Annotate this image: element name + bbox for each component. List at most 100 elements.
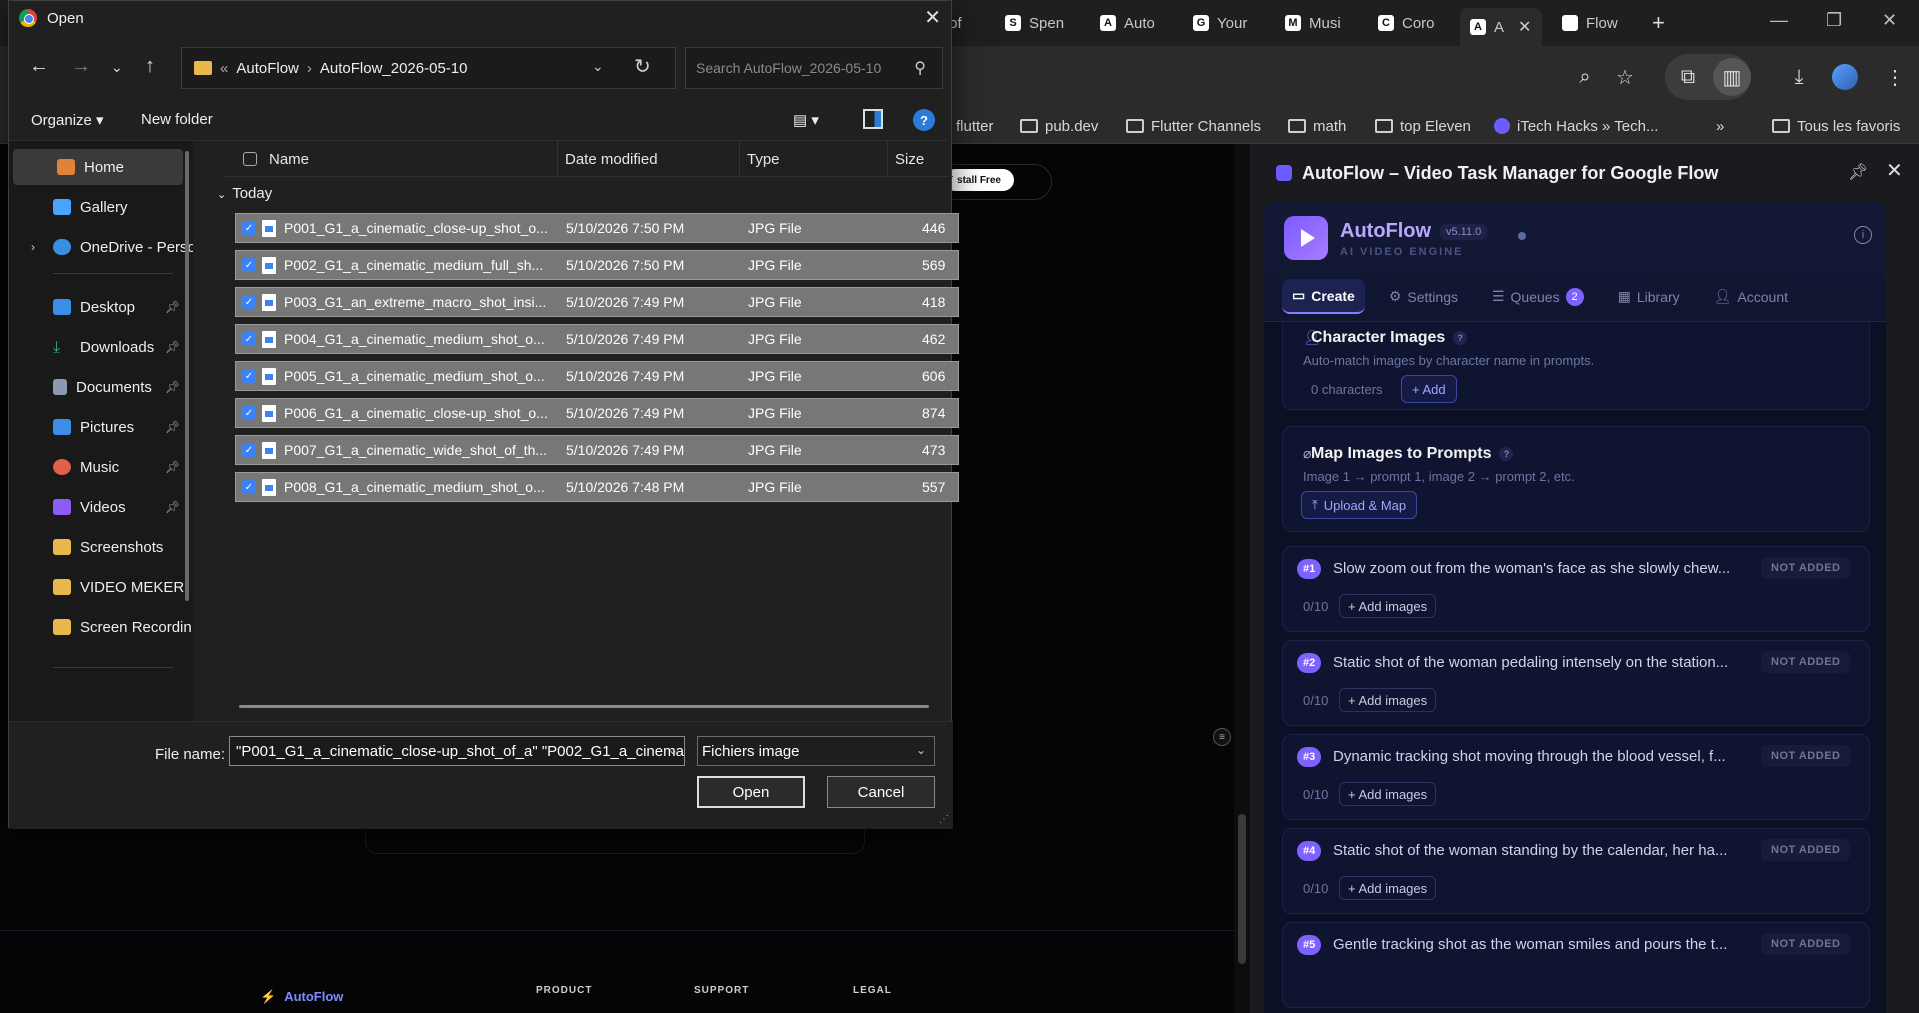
browser-tab[interactable]: Flow <box>1552 8 1642 38</box>
nav-item-pictures[interactable]: Pictures 📌︎ <box>9 409 184 445</box>
breadcrumb-overflow[interactable]: « <box>220 60 228 77</box>
prompt-card[interactable]: #3 Dynamic tracking shot moving through … <box>1282 734 1870 820</box>
pin-icon[interactable]: 📌︎ <box>1848 162 1868 182</box>
prompt-card[interactable]: #4 Static shot of the woman standing by … <box>1282 828 1870 914</box>
browser-tab[interactable]: M Musi <box>1275 8 1357 38</box>
file-row[interactable]: ✓ P005_G1_a_cinematic_medium_shot_o... 5/1… <box>235 361 959 391</box>
nav-item-gallery[interactable]: Gallery <box>9 189 184 225</box>
bookmark-item[interactable]: iTech Hacks » Tech... <box>1494 114 1658 138</box>
download-icon[interactable]: ⤓ <box>1780 58 1818 96</box>
horizontal-scrollbar[interactable] <box>239 705 929 708</box>
file-row[interactable]: ✓ P004_G1_a_cinematic_medium_shot_o... 5/1… <box>235 324 959 354</box>
tab-account[interactable]: 👤︎ Account <box>1704 280 1798 313</box>
close-tab-icon[interactable]: ✕ <box>1518 17 1531 37</box>
add-images-button[interactable]: + Add images <box>1339 594 1437 618</box>
browser-tab[interactable]: A Auto <box>1090 8 1172 38</box>
close-icon[interactable]: ✕ <box>1886 158 1903 183</box>
file-row[interactable]: ✓ P003_G1_an_extreme_macro_shot_insi... 5/… <box>235 287 959 317</box>
extensions-icon[interactable]: ⧉ <box>1669 58 1707 96</box>
nav-item-documents[interactable]: Documents 📌︎ <box>9 369 184 405</box>
bookmark-item[interactable]: Flutter Channels <box>1126 114 1261 138</box>
close-icon[interactable]: ✕ <box>924 5 941 30</box>
nav-item-screen-recordings[interactable]: Screen Recordin <box>9 609 192 645</box>
tab-create[interactable]: ▭ Create <box>1282 279 1365 314</box>
chevron-down-icon[interactable]: ⌄ <box>592 58 604 75</box>
refresh-icon[interactable]: ↻ <box>634 54 651 79</box>
bookmark-item[interactable]: math <box>1288 114 1346 138</box>
tab-queues[interactable]: ☰ Queues 2 <box>1482 280 1594 314</box>
add-images-button[interactable]: + Add images <box>1339 876 1437 900</box>
side-panel-icon[interactable]: ▥ <box>1713 58 1751 96</box>
breadcrumb-item[interactable]: AutoFlow_2026-05-10 <box>320 60 468 77</box>
file-row[interactable]: ✓ P007_G1_a_cinematic_wide_shot_of_th... 5… <box>235 435 959 465</box>
help-icon[interactable]: ? <box>1453 330 1468 345</box>
file-row[interactable]: ✓ P001_G1_a_cinematic_close-up_shot_o... 5… <box>235 213 959 243</box>
select-all-checkbox[interactable] <box>243 152 257 166</box>
more-bookmarks-icon[interactable]: » <box>1716 114 1724 138</box>
add-images-button[interactable]: + Add images <box>1339 688 1437 712</box>
checked-checkbox-icon[interactable]: ✓ <box>242 406 256 420</box>
checked-checkbox-icon[interactable]: ✓ <box>242 221 256 235</box>
restore-icon[interactable]: ❐ <box>1826 10 1842 31</box>
nav-item-desktop[interactable]: Desktop 📌︎ <box>9 289 184 325</box>
checked-checkbox-icon[interactable]: ✓ <box>242 332 256 346</box>
nav-item-downloads[interactable]: ⤓ Downloads 📌︎ <box>9 329 184 365</box>
column-divider[interactable] <box>557 141 558 177</box>
file-row[interactable]: ✓ P008_G1_a_cinematic_medium_shot_o... 5/1… <box>235 472 959 502</box>
prompt-card[interactable]: #2 Static shot of the woman pedaling int… <box>1282 640 1870 726</box>
back-arrow-icon[interactable]: ← <box>29 55 49 78</box>
column-header-type[interactable]: Type <box>747 151 780 168</box>
bookmark-star-icon[interactable]: ☆ <box>1606 58 1644 96</box>
resize-grip-icon[interactable]: ⋰ <box>939 814 949 825</box>
nav-item-onedrive[interactable]: › OneDrive - Perso <box>9 229 193 265</box>
scrollbar-thumb[interactable] <box>1238 814 1246 964</box>
checked-checkbox-icon[interactable]: ✓ <box>242 369 256 383</box>
page-scrollbar[interactable] <box>1234 144 1250 1013</box>
add-images-button[interactable]: + Add images <box>1339 782 1437 806</box>
breadcrumb-item[interactable]: AutoFlow <box>236 60 299 77</box>
tab-settings[interactable]: ⚙ Settings <box>1379 280 1468 313</box>
nav-scrollbar[interactable] <box>185 151 189 601</box>
bookmark-item[interactable]: flutter <box>956 114 994 138</box>
column-divider[interactable] <box>887 141 888 177</box>
menu-icon[interactable]: ⋮ <box>1876 58 1914 96</box>
checked-checkbox-icon[interactable]: ✓ <box>242 443 256 457</box>
forward-arrow-icon[interactable]: → <box>71 55 91 78</box>
tab-library[interactable]: ▦ Library <box>1608 280 1690 313</box>
add-character-button[interactable]: + Add <box>1401 375 1457 403</box>
file-name-input[interactable]: "P001_G1_a_cinematic_close-up_shot_of_a"… <box>229 736 685 766</box>
help-icon[interactable]: ? <box>1499 446 1514 461</box>
checked-checkbox-icon[interactable]: ✓ <box>242 295 256 309</box>
up-arrow-icon[interactable]: ↑ <box>145 55 155 78</box>
avatar[interactable] <box>1832 64 1858 90</box>
bookmark-item[interactable]: pub.dev <box>1020 114 1098 138</box>
prompt-card[interactable]: #1 Slow zoom out from the woman's face a… <box>1282 546 1870 632</box>
bookmark-item[interactable]: Tous les favoris <box>1772 114 1900 138</box>
upload-map-button[interactable]: ⤒ Upload & Map <box>1301 491 1418 519</box>
column-header-size[interactable]: Size <box>895 151 924 168</box>
info-icon[interactable]: i <box>1854 226 1872 244</box>
checked-checkbox-icon[interactable]: ✓ <box>242 480 256 494</box>
preview-pane-icon[interactable] <box>863 109 883 129</box>
nav-item-music[interactable]: Music 📌︎ <box>9 449 184 485</box>
organize-menu[interactable]: Organize ▾ <box>31 111 104 129</box>
view-options-icon[interactable]: ▤ ▾ <box>793 111 819 129</box>
window-close-icon[interactable]: ✕ <box>1882 10 1897 31</box>
prompt-card[interactable]: #5 Gentle tracking shot as the woman smi… <box>1282 922 1870 1008</box>
footer-brand[interactable]: ⚡ AutoFlow <box>260 989 343 1005</box>
split-view-handle-icon[interactable]: ≡ <box>1213 728 1231 746</box>
browser-tab[interactable]: S Spen <box>995 8 1077 38</box>
zoom-icon[interactable]: ⌕ <box>1566 58 1604 96</box>
group-header[interactable]: ⌄ Today <box>217 185 272 202</box>
minimize-icon[interactable]: — <box>1770 10 1788 31</box>
help-icon[interactable]: ? <box>913 109 935 131</box>
cancel-button[interactable]: Cancel <box>827 776 935 808</box>
column-header-date[interactable]: Date modified <box>565 151 658 168</box>
chevron-down-icon[interactable]: ⌄ <box>668 743 678 757</box>
expand-chevron-icon[interactable]: › <box>31 240 35 254</box>
address-bar[interactable]: « AutoFlow › AutoFlow_2026-05-10 ⌄ ↻ <box>181 47 676 89</box>
browser-tab-active[interactable]: A A ✕ <box>1460 8 1542 46</box>
new-tab-button[interactable]: + <box>1652 10 1665 36</box>
file-row[interactable]: ✓ P006_G1_a_cinematic_close-up_shot_o... 5… <box>235 398 959 428</box>
open-button[interactable]: Open <box>697 776 805 808</box>
